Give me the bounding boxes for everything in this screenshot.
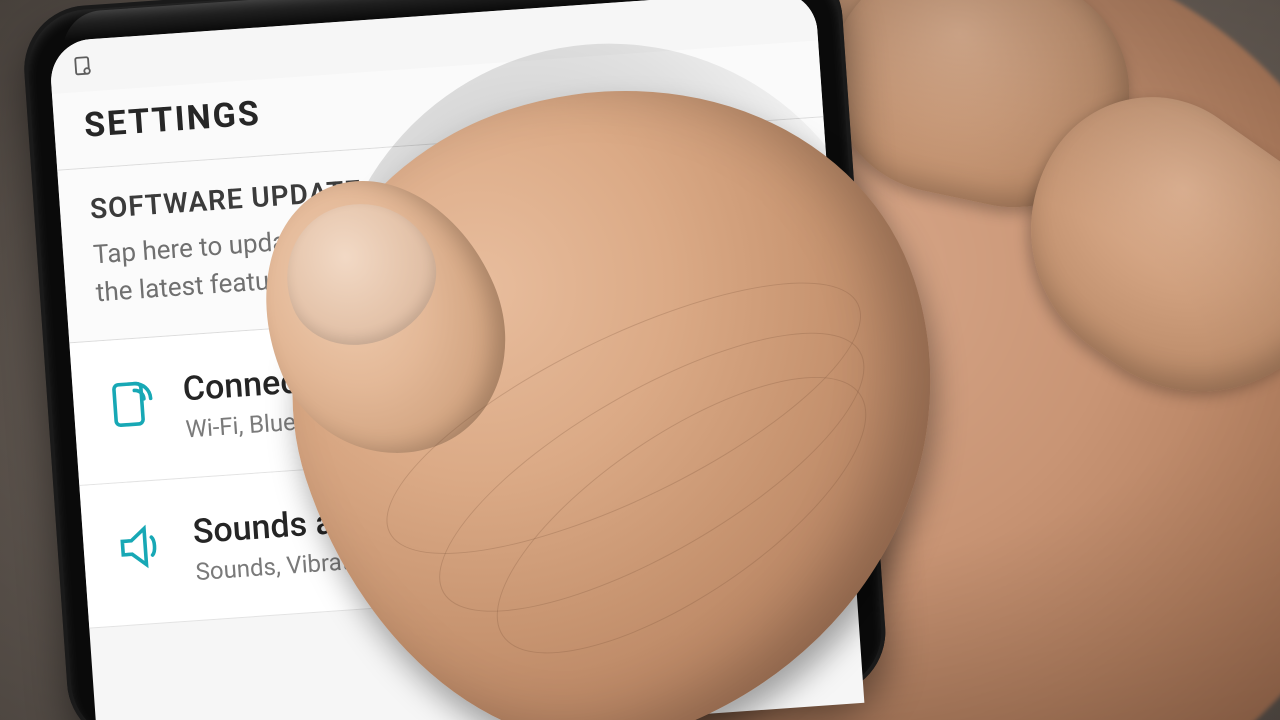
sounds-icon [112,518,170,576]
photo-scene: SETTINGS SOFTWARE UPDATE Tap here to upd… [0,0,1280,720]
connections-icon [102,376,160,434]
screenshot-status-icon [71,54,94,77]
